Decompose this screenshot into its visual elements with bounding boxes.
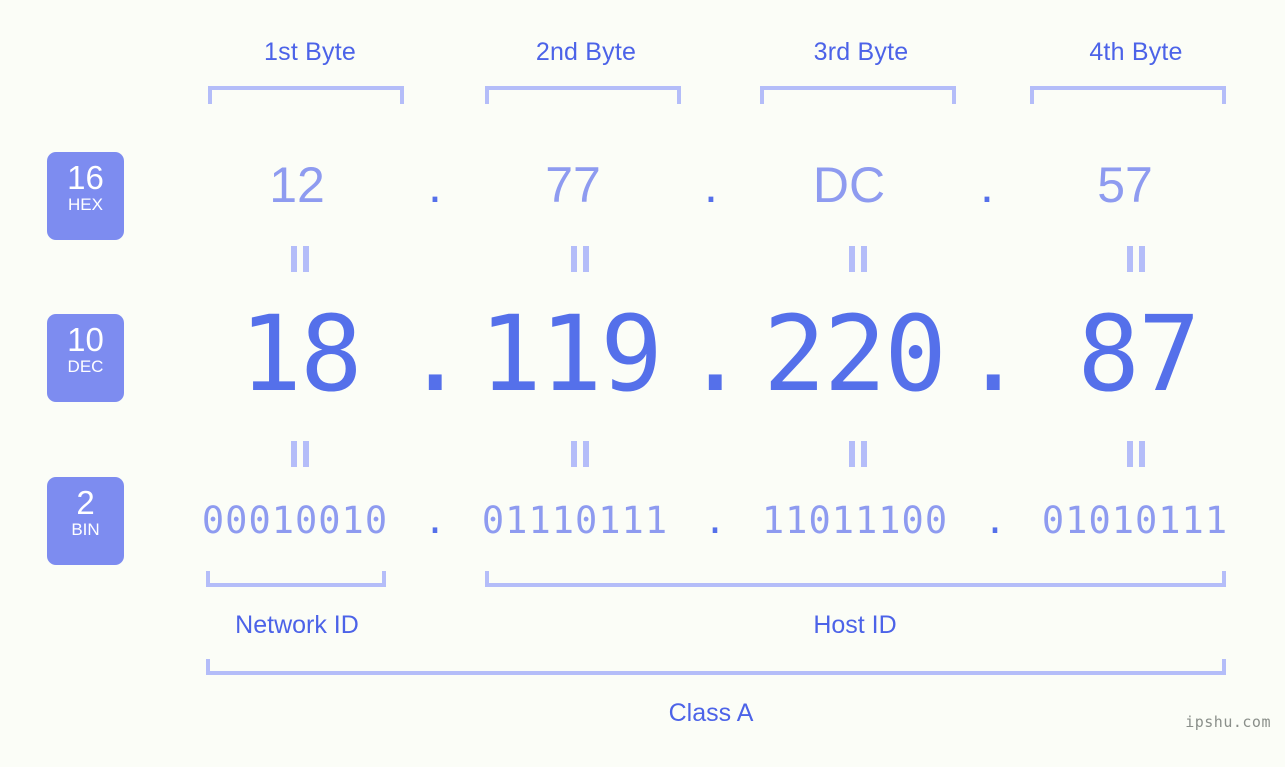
equals-mark-hex-dec-1	[289, 246, 311, 272]
dec-byte-1: 18	[239, 293, 362, 415]
watermark: ipshu.com	[1185, 713, 1271, 731]
bin-byte-3: 11011100	[761, 499, 949, 542]
dec-separator-2: .	[684, 293, 747, 415]
hex-byte-1: 12	[269, 157, 325, 213]
class-label: Class A	[668, 699, 754, 727]
base-badge-dec-label: DEC	[67, 357, 104, 376]
dec-byte-3: 220	[763, 293, 947, 415]
bin-separator-2: .	[703, 499, 727, 542]
base-badge-bin-label: BIN	[71, 520, 100, 539]
network-id-label: Network ID	[235, 611, 359, 639]
bin-byte-1: 00010010	[201, 499, 389, 542]
base-badge-hex: 16 HEX	[47, 152, 124, 240]
host-id-label: Host ID	[813, 611, 897, 639]
dec-byte-2: 119	[479, 293, 663, 415]
equals-mark-dec-bin-2	[569, 441, 591, 467]
bin-byte-4: 01010111	[1041, 499, 1229, 542]
base-badge-dec: 10 DEC	[47, 314, 124, 402]
bin-separator-1: .	[423, 499, 447, 542]
base-badge-hex-label: HEX	[68, 195, 103, 214]
equals-mark-dec-bin-4	[1125, 441, 1147, 467]
network-id-bracket	[206, 571, 386, 587]
hex-byte-2: 77	[545, 157, 601, 213]
dec-separator-3: .	[962, 293, 1025, 415]
equals-mark-dec-bin-3	[847, 441, 869, 467]
byte-header-4: 4th Byte	[1089, 38, 1183, 66]
byte-bracket-4	[1030, 86, 1226, 104]
class-bracket	[206, 659, 1226, 675]
base-badge-bin-number: 2	[76, 484, 95, 521]
ip-address-breakdown-diagram: 1st Byte 2nd Byte 3rd Byte 4th Byte 16 H…	[0, 0, 1285, 767]
byte-bracket-3	[760, 86, 956, 104]
equals-mark-hex-dec-4	[1125, 246, 1147, 272]
bin-separator-3: .	[983, 499, 1007, 542]
base-badge-bin: 2 BIN	[47, 477, 124, 565]
hex-byte-4: 57	[1097, 157, 1153, 213]
byte-header-2: 2nd Byte	[535, 38, 637, 66]
equals-mark-hex-dec-2	[569, 246, 591, 272]
byte-header-1: 1st Byte	[264, 38, 356, 66]
hex-separator-2: .	[704, 157, 718, 213]
byte-bracket-2	[485, 86, 681, 104]
base-badge-dec-number: 10	[67, 321, 104, 358]
equals-mark-dec-bin-1	[289, 441, 311, 467]
byte-header-3: 3rd Byte	[813, 38, 909, 66]
base-badge-hex-number: 16	[67, 159, 104, 196]
hex-byte-3: DC	[812, 157, 886, 213]
hex-separator-3: .	[980, 157, 994, 213]
equals-mark-hex-dec-3	[847, 246, 869, 272]
bin-byte-2: 01110111	[481, 499, 669, 542]
host-id-bracket	[485, 571, 1226, 587]
byte-bracket-1	[208, 86, 404, 104]
hex-separator-1: .	[428, 157, 442, 213]
dec-byte-4: 87	[1077, 293, 1200, 415]
